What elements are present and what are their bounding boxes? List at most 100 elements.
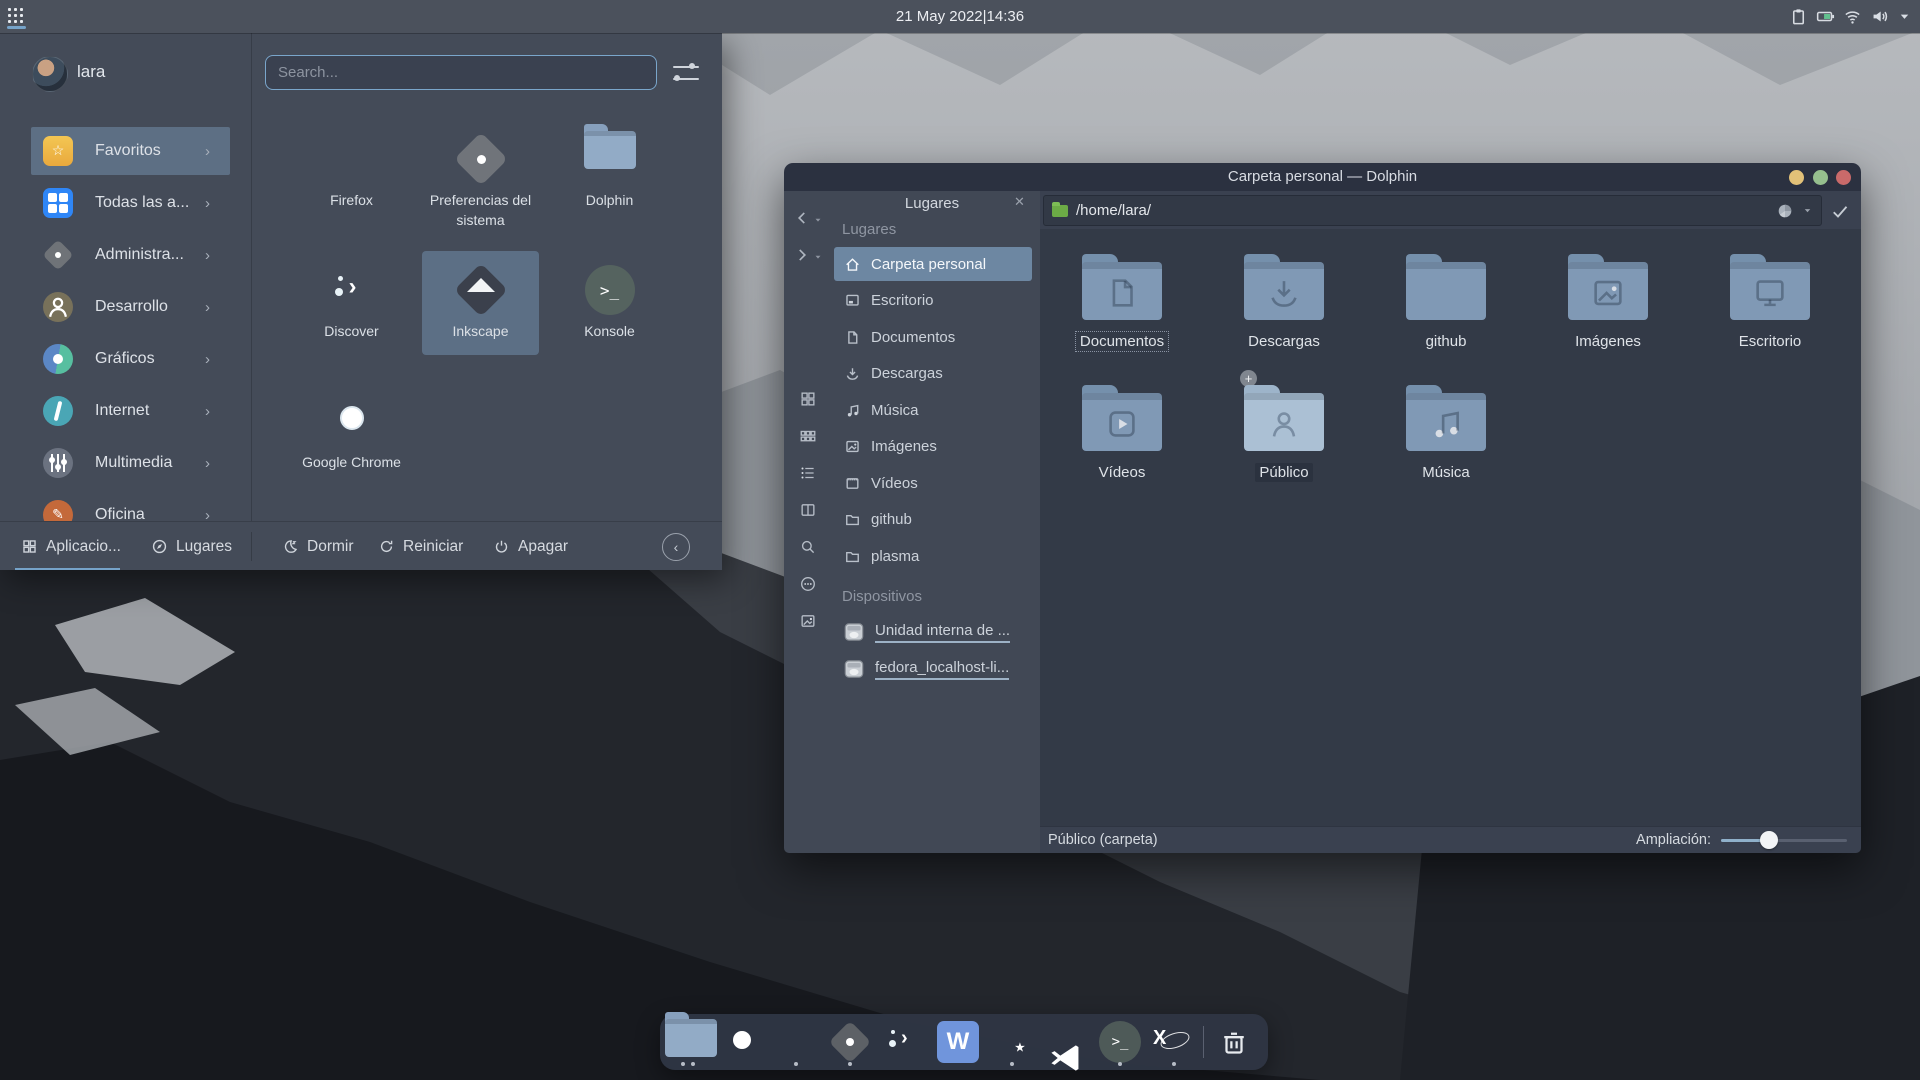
app-google-chrome[interactable]: Google Chrome: [293, 382, 410, 486]
wifi-icon[interactable]: [1843, 7, 1862, 26]
sidebar-item-favoritos[interactable]: Favoritos ›: [31, 127, 230, 175]
dock-gwenview[interactable]: ★: [989, 1019, 1035, 1065]
compass-icon: [151, 538, 168, 555]
sidebar-item-internet[interactable]: Internet ›: [0, 387, 251, 435]
location-dropdown-caret-icon[interactable]: [1802, 205, 1813, 216]
place-videos[interactable]: Vídeos: [834, 466, 1032, 500]
place-musica[interactable]: Música: [834, 393, 1032, 427]
shutdown-button[interactable]: Apagar: [493, 522, 568, 570]
split-view-icon[interactable]: [799, 501, 817, 519]
volume-icon[interactable]: [1870, 7, 1889, 26]
dock-xorg-app[interactable]: X: [1151, 1019, 1197, 1065]
titlebar[interactable]: Carpeta personal — Dolphin: [784, 163, 1861, 191]
zoom-slider[interactable]: [1721, 839, 1847, 842]
folder-documentos[interactable]: Documentos: [1052, 253, 1192, 350]
forward-icon[interactable]: [793, 246, 811, 264]
place-escritorio[interactable]: Escritorio: [834, 283, 1032, 317]
folder-escritorio[interactable]: Escritorio: [1700, 253, 1840, 350]
panel-title: Lugares: [844, 195, 1020, 212]
app-preferencias-del-sistema[interactable]: Preferencias del sistema: [422, 120, 539, 224]
back-icon[interactable]: [793, 209, 811, 227]
running-indicator: [794, 1062, 798, 1066]
dock-dolphin[interactable]: [665, 1019, 711, 1065]
user-name: lara: [77, 62, 105, 82]
collapse-button[interactable]: ‹: [662, 533, 690, 561]
close-button[interactable]: [1836, 170, 1851, 185]
search-input[interactable]: [265, 55, 657, 90]
dock-google-chrome[interactable]: [719, 1019, 765, 1065]
app-discover[interactable]: › Discover: [293, 251, 410, 355]
launcher-active-indicator: [7, 26, 26, 29]
launcher-footer: Aplicacio... Lugares Dormir Reiniciar Ap…: [0, 521, 722, 570]
free-space-icon[interactable]: [1776, 202, 1794, 220]
dock-writer[interactable]: W: [935, 1019, 981, 1065]
user-avatar[interactable]: [32, 56, 68, 92]
place-imagenes[interactable]: Imágenes: [834, 429, 1032, 463]
sleep-button[interactable]: Dormir: [282, 522, 354, 570]
details-view-icon[interactable]: [799, 464, 817, 482]
dock-konsole[interactable]: >_: [1097, 1019, 1143, 1065]
place-plasma[interactable]: plasma: [834, 539, 1032, 573]
preview-icon[interactable]: [799, 612, 817, 630]
clock[interactable]: 21 May 2022|14:36: [0, 0, 1920, 33]
panel-close-icon[interactable]: ✕: [1014, 194, 1025, 210]
maximize-button[interactable]: [1813, 170, 1828, 185]
clipboard-icon[interactable]: [1789, 7, 1808, 26]
place-descargas[interactable]: Descargas: [834, 356, 1032, 390]
dock-discover[interactable]: ›: [881, 1019, 927, 1065]
dock-vscode[interactable]: [1043, 1019, 1089, 1065]
folder-descargas[interactable]: Descargas: [1214, 253, 1354, 350]
system-settings-icon: [453, 131, 509, 187]
graphics-icon: [43, 344, 73, 374]
trash-icon: [1219, 1025, 1249, 1059]
tray-expand-chevron-icon[interactable]: [1897, 7, 1912, 26]
place-documentos[interactable]: Documentos: [834, 320, 1032, 354]
restart-icon: [378, 538, 395, 555]
sidebar-item-todas-las-aplicaciones[interactable]: Todas las a... ›: [0, 179, 251, 227]
location-bar[interactable]: /home/lara/: [1043, 195, 1822, 226]
tab-lugares[interactable]: Lugares: [151, 522, 232, 570]
launcher-divider: [251, 33, 252, 521]
compact-view-icon[interactable]: [799, 427, 817, 445]
icons-view-icon[interactable]: [799, 390, 817, 408]
tab-aplicaciones[interactable]: Aplicacio...: [21, 522, 121, 570]
app-dolphin[interactable]: Dolphin: [551, 120, 668, 224]
place-github[interactable]: github: [834, 502, 1032, 536]
dock-system-settings[interactable]: [827, 1019, 873, 1065]
sidebar-item-multimedia[interactable]: Multimedia ›: [0, 439, 251, 487]
favorites-folder-icon: [43, 136, 73, 166]
editable-location-check-icon[interactable]: [1830, 201, 1850, 221]
back-dropdown-caret-icon[interactable]: [813, 215, 823, 225]
app-konsole[interactable]: >_ Konsole: [551, 251, 668, 355]
app-inkscape[interactable]: Inkscape: [422, 251, 539, 355]
folder-imagenes[interactable]: Imágenes: [1538, 253, 1678, 350]
forward-dropdown-caret-icon[interactable]: [813, 252, 823, 262]
all-apps-icon: [43, 188, 73, 218]
zoom-slider-handle[interactable]: [1760, 831, 1778, 849]
dock: › W ★ >_ X: [660, 1014, 1268, 1070]
folder-publico[interactable]: + Público: [1214, 384, 1354, 481]
folder-videos[interactable]: Vídeos: [1052, 384, 1192, 481]
more-options-icon[interactable]: [799, 575, 817, 593]
battery-icon[interactable]: [1816, 7, 1835, 26]
search-icon[interactable]: [799, 538, 817, 556]
dock-trash[interactable]: [1211, 1019, 1257, 1065]
top-panel: 21 May 2022|14:36: [0, 0, 1920, 33]
device-fedora-localhost[interactable]: fedora_localhost-li...: [834, 652, 1034, 686]
app-firefox[interactable]: Firefox: [293, 120, 410, 224]
configure-icon[interactable]: [671, 59, 701, 87]
status-bar: Público (carpeta) Ampliación:: [1040, 826, 1861, 853]
sidebar-item-graficos[interactable]: Gráficos ›: [0, 335, 251, 383]
dock-firefox[interactable]: [773, 1019, 819, 1065]
place-carpeta-personal[interactable]: Carpeta personal: [834, 247, 1032, 281]
application-launcher-button[interactable]: [2, 2, 28, 31]
folder-github[interactable]: github: [1376, 253, 1516, 350]
minimize-button[interactable]: [1789, 170, 1804, 185]
device-unidad-interna[interactable]: Unidad interna de ...: [834, 615, 1034, 649]
sidebar-item-administracion[interactable]: Administra... ›: [0, 231, 251, 279]
status-text: Público (carpeta): [1048, 827, 1158, 853]
folder-musica[interactable]: Música: [1376, 384, 1516, 481]
restart-button[interactable]: Reiniciar: [378, 522, 463, 570]
sidebar-item-desarrollo[interactable]: Desarrollo ›: [0, 283, 251, 331]
running-indicator: [1118, 1062, 1122, 1066]
